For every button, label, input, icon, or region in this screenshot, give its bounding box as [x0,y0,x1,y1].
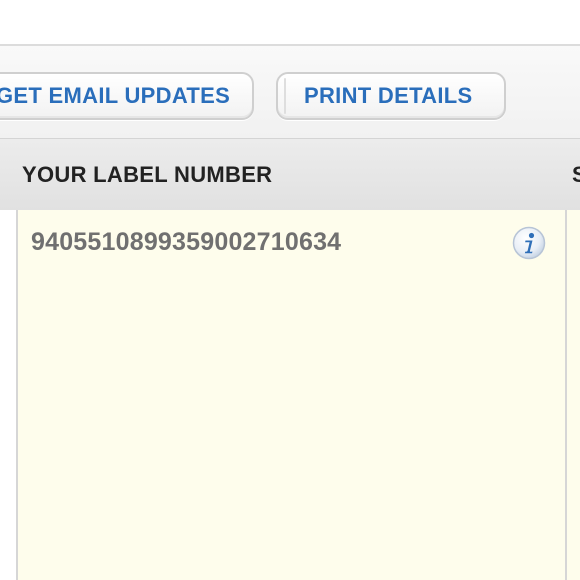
table-row: 9405510899359002710634 [0,210,580,580]
info-icon[interactable] [512,226,546,260]
table-header: YOUR LABEL NUMBER S [0,138,580,210]
action-toolbar: GET EMAIL UPDATES PRINT DETAILS [0,44,580,138]
get-email-updates-button[interactable]: GET EMAIL UPDATES [0,72,254,120]
tracking-page: GET EMAIL UPDATES PRINT DETAILS YOUR LAB… [0,0,580,580]
print-details-button[interactable]: PRINT DETAILS [276,72,506,120]
label-number-value: 9405510899359002710634 [31,228,342,256]
next-column-cell [567,210,580,580]
column-header-label-number: YOUR LABEL NUMBER [22,162,273,187]
top-spacer [0,0,580,44]
column-header-next: S [572,162,580,187]
label-number-cell: 9405510899359002710634 [16,210,567,580]
